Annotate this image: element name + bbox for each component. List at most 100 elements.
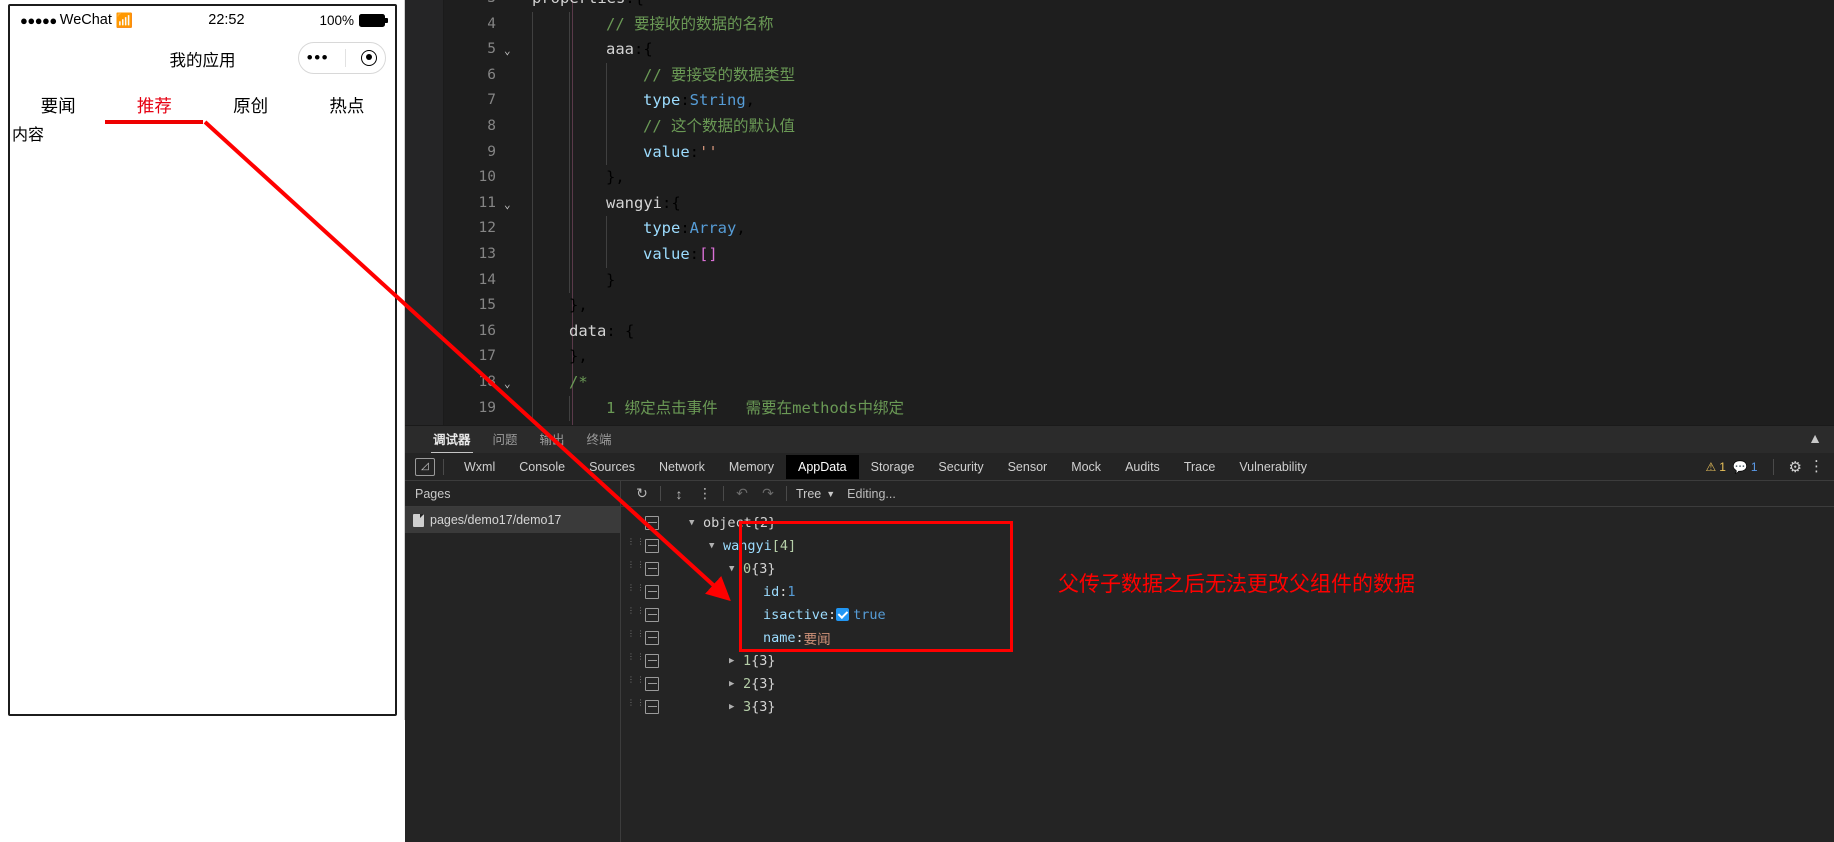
devtools-panel-tab[interactable]: Network (647, 455, 717, 479)
devtools-panel-tab[interactable]: Sources (577, 455, 647, 479)
drag-handle-icon[interactable]: ⋮⋮ (627, 560, 645, 575)
capsule-button-group[interactable]: ••• (298, 42, 386, 74)
tree-row[interactable]: ▼name : 要闻 (689, 626, 1834, 649)
devtools-tab[interactable]: 输出 (538, 426, 567, 454)
row-toggle-icon[interactable] (645, 584, 659, 599)
chevron-up-icon[interactable]: ▲ (1806, 430, 1824, 446)
devtools-panel-tab[interactable]: Sensor (996, 455, 1060, 479)
drag-handle-icon[interactable]: ⋮⋮ (627, 583, 645, 598)
code-content[interactable]: 3 properties:{4 // 要接收的数据的名称 5 ⌄ aaa:{6 // 要接受… (444, 0, 1834, 425)
tree-node-value[interactable]: true (853, 607, 886, 623)
tree-row[interactable]: ▶ 2 {3} (689, 672, 1834, 695)
chevron-right-icon[interactable]: ▶ (729, 656, 743, 666)
target-circle-icon[interactable] (361, 50, 378, 66)
tab-redian[interactable]: 热点 (299, 84, 395, 126)
tree-row[interactable]: ▶ 1 {3} (689, 649, 1834, 672)
chevron-down-icon[interactable]: ▼ (709, 541, 723, 551)
fold-toggle-icon[interactable]: ⌄ (504, 192, 518, 218)
devtools-panel-tab[interactable]: AppData (785, 454, 859, 479)
devtools-panel-tab[interactable]: Audits (1113, 455, 1172, 479)
redo-icon[interactable]: ↷ (755, 483, 781, 505)
tab-tuijian[interactable]: 推荐 (105, 84, 204, 126)
code-line[interactable]: 3 properties:{ (444, 0, 1834, 12)
page-list-item[interactable]: pages/demo17/demo17 (405, 507, 620, 533)
drag-handle-icon[interactable]: ⋮⋮ (627, 652, 645, 667)
appdata-tree[interactable]: ▼object {2}▼wangyi [4]▼0 {3}▼id : 1▼isac… (689, 507, 1834, 842)
gear-icon[interactable]: ⚙ (1789, 458, 1802, 476)
tree-node-value[interactable]: {3} (751, 699, 775, 715)
chevron-right-icon[interactable]: ▶ (729, 679, 743, 689)
collapse-all-icon[interactable]: ⋮ (692, 483, 718, 505)
devtools-tab[interactable]: 终端 (585, 426, 614, 454)
code-line[interactable]: 7 type:String, (444, 88, 1834, 114)
code-editor[interactable]: 3 properties:{4 // 要接收的数据的名称 5 ⌄ aaa:{6 // 要接受… (405, 0, 1834, 425)
tree-node-value[interactable]: {3} (751, 561, 775, 577)
chevron-down-icon[interactable]: ▼ (729, 564, 743, 574)
devtools-tab[interactable]: 调试器 (431, 426, 473, 454)
chevron-right-icon[interactable]: ▶ (729, 702, 743, 712)
code-line[interactable]: 15}, (444, 293, 1834, 319)
row-toggle-icon[interactable] (645, 607, 659, 622)
code-line[interactable]: 13 value:[] (444, 241, 1834, 268)
message-status[interactable]: 💬 1 (1733, 460, 1758, 474)
refresh-icon[interactable]: ↻ (629, 483, 655, 505)
tree-row[interactable]: ▼isactive : true (689, 603, 1834, 626)
row-toggle-icon[interactable] (645, 561, 659, 576)
row-toggle-icon[interactable] (645, 515, 659, 530)
tree-node-value[interactable]: 要闻 (804, 628, 831, 648)
fold-toggle-icon[interactable]: ⌄ (504, 371, 518, 397)
code-line[interactable]: 5 ⌄ aaa:{ (444, 37, 1834, 63)
row-toggle-icon[interactable] (645, 653, 659, 668)
code-line[interactable]: 14} (444, 267, 1834, 294)
row-toggle-icon[interactable] (645, 676, 659, 691)
kebab-menu-icon[interactable]: ⋮ (1809, 459, 1824, 474)
code-line[interactable]: 6 // 要接受的数据类型 (444, 62, 1834, 89)
code-line[interactable]: 16 data: { (444, 318, 1834, 345)
code-line[interactable]: 19 1 绑定点击事件 需要在methods中绑定 (444, 395, 1834, 422)
more-dots-icon[interactable]: ••• (307, 49, 329, 66)
tree-node-value[interactable]: {3} (751, 653, 775, 669)
devtools-panel-tab[interactable]: Wxml (452, 455, 507, 479)
devtools-panel-tab[interactable]: Security (926, 455, 995, 479)
fold-toggle-icon[interactable]: ⌄ (504, 38, 518, 64)
devtools-panel-tab[interactable]: Mock (1059, 455, 1113, 479)
warning-status[interactable]: ⚠ 1 (1705, 460, 1725, 474)
drag-handle-icon[interactable]: ⋮⋮ (627, 629, 645, 644)
row-toggle-icon[interactable] (645, 538, 659, 553)
code-line[interactable]: 18 ⌄ /* (444, 369, 1834, 397)
devtools-panel-tab[interactable]: Storage (859, 455, 927, 479)
devtools-panel-tab[interactable]: Vulnerability (1227, 455, 1319, 479)
code-line[interactable]: 11 ⌄ wangyi:{ (444, 190, 1834, 218)
row-toggle-icon[interactable] (645, 699, 659, 714)
tab-yaowen[interactable]: 要闻 (10, 84, 106, 126)
view-mode-select[interactable]: Tree ▼ (796, 487, 835, 501)
expand-all-icon[interactable]: ↕ (666, 483, 692, 505)
devtools-panel-tab[interactable]: Console (507, 455, 577, 479)
tree-node-value[interactable]: {3} (751, 676, 775, 692)
tab-yuanchuang[interactable]: 原创 (203, 84, 299, 126)
drag-handle-icon[interactable]: ⋮⋮ (627, 675, 645, 690)
code-line[interactable]: 10}, (444, 165, 1834, 191)
row-toggle-icon[interactable] (645, 630, 659, 645)
devtools-tab[interactable]: 问题 (491, 426, 520, 454)
boolean-checkbox[interactable] (836, 608, 850, 621)
tree-node-value[interactable]: [4] (772, 538, 796, 554)
devtools-panel-tab[interactable]: Trace (1172, 455, 1228, 479)
code-line[interactable]: 17}, (444, 344, 1834, 370)
drag-handle-icon[interactable]: ⋮⋮ (627, 537, 645, 552)
tree-node-value[interactable]: {2} (752, 515, 776, 531)
drag-handle-icon[interactable]: ⋮⋮ (627, 698, 645, 713)
drag-handle-icon[interactable]: ⋮⋮ (627, 606, 645, 621)
tree-row[interactable]: ▶ 3 {3} (689, 695, 1834, 718)
code-line[interactable]: 4 // 要接收的数据的名称 (444, 11, 1834, 38)
tree-row[interactable]: ▼ wangyi [4] (689, 534, 1834, 557)
tree-row[interactable]: ▼ object {2} (689, 511, 1834, 534)
inspect-element-icon[interactable]: ◿ (415, 457, 435, 476)
undo-icon[interactable]: ↶ (729, 483, 755, 505)
code-line[interactable]: 12 type:Array, (444, 216, 1834, 242)
code-line[interactable]: 9 value:'' (444, 139, 1834, 166)
devtools-panel-tab[interactable]: Memory (717, 455, 786, 479)
chevron-down-icon[interactable]: ▼ (689, 518, 703, 528)
tree-node-value[interactable]: 1 (787, 584, 795, 600)
code-line[interactable]: 8 // 这个数据的默认值 (444, 113, 1834, 140)
